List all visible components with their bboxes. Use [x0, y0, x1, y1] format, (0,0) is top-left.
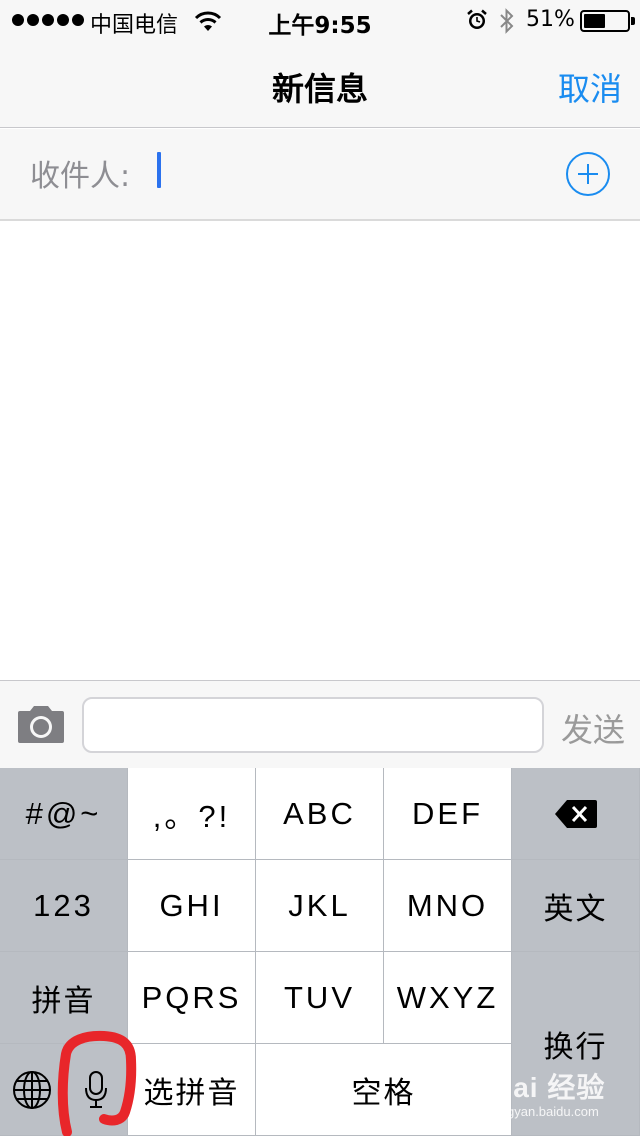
jkl-key[interactable]: JKL [256, 860, 384, 952]
alarm-icon [467, 9, 487, 29]
return-key-label: 换行 [543, 1029, 608, 1065]
recipient-input[interactable] [152, 147, 542, 203]
return-key[interactable]: 换行 [512, 952, 640, 1136]
ghi-key[interactable]: GHI [128, 860, 256, 952]
dictation-key[interactable] [64, 1044, 128, 1136]
conversation-area [0, 223, 640, 680]
punctuation-key[interactable]: ,。?! [128, 768, 256, 860]
pqrs-key[interactable]: PQRS [128, 952, 256, 1044]
mno-key[interactable]: MNO [384, 860, 512, 952]
globe-icon [12, 1070, 51, 1109]
space-key-label: 空格 [351, 1075, 416, 1111]
text-cursor [157, 152, 161, 188]
page-title: 新信息 [271, 70, 368, 108]
globe-key[interactable] [0, 1044, 64, 1136]
numbers-key[interactable]: 123 [0, 860, 128, 952]
english-key[interactable]: 英文 [512, 860, 640, 952]
mno-key-label: MNO [406, 887, 489, 923]
punctuation-key-label: ,。?! [152, 799, 231, 834]
tuv-key[interactable]: TUV [256, 952, 384, 1044]
nav-bar: 新信息 取消 [0, 40, 640, 128]
microphone-icon [84, 1070, 107, 1108]
english-key-label: 英文 [543, 891, 608, 927]
ghi-key-label: GHI [159, 887, 224, 923]
bluetooth-icon [500, 8, 514, 34]
select-pinyin-key-label: 选拼音 [143, 1075, 240, 1111]
abc-key-label: ABC [283, 795, 356, 831]
pinyin-key[interactable]: 拼音 [0, 952, 128, 1044]
def-key[interactable]: DEF [384, 768, 512, 860]
def-key-label: DEF [412, 795, 483, 831]
abc-key[interactable]: ABC [256, 768, 384, 860]
camera-icon[interactable] [14, 703, 68, 747]
battery-icon [580, 10, 635, 32]
recipient-row: 收件人: [0, 129, 640, 221]
add-contact-button[interactable] [566, 152, 610, 196]
numbers-key-label: 123 [33, 887, 94, 923]
compose-bar: 发送 [0, 680, 640, 768]
send-button[interactable]: 发送 [561, 705, 625, 751]
message-input[interactable] [82, 697, 544, 753]
wxyz-key[interactable]: WXYZ [384, 952, 512, 1044]
status-bar: 中国电信 上午9:55 51% [0, 0, 640, 40]
symbols-key[interactable]: #@~ [0, 768, 128, 860]
wxyz-key-label: WXYZ [396, 979, 499, 1015]
symbols-key-label: #@~ [25, 795, 102, 831]
delete-key[interactable] [512, 768, 640, 860]
delete-icon [554, 799, 597, 828]
cancel-button[interactable]: 取消 [558, 64, 622, 110]
battery-percent: 51% [526, 7, 575, 32]
space-key[interactable]: 空格 [256, 1044, 512, 1136]
keyboard: #@~ ,。?! ABC DEF 123 GHI JKL MNO 英文 拼音 P… [0, 768, 640, 1136]
battery-fill [584, 14, 605, 28]
pinyin-key-label: 拼音 [31, 983, 96, 1019]
tuv-key-label: TUV [284, 979, 355, 1015]
recipient-label: 收件人: [30, 159, 131, 194]
jkl-key-label: JKL [288, 887, 351, 923]
pqrs-key-label: PQRS [141, 979, 242, 1015]
select-pinyin-key[interactable]: 选拼音 [128, 1044, 256, 1136]
